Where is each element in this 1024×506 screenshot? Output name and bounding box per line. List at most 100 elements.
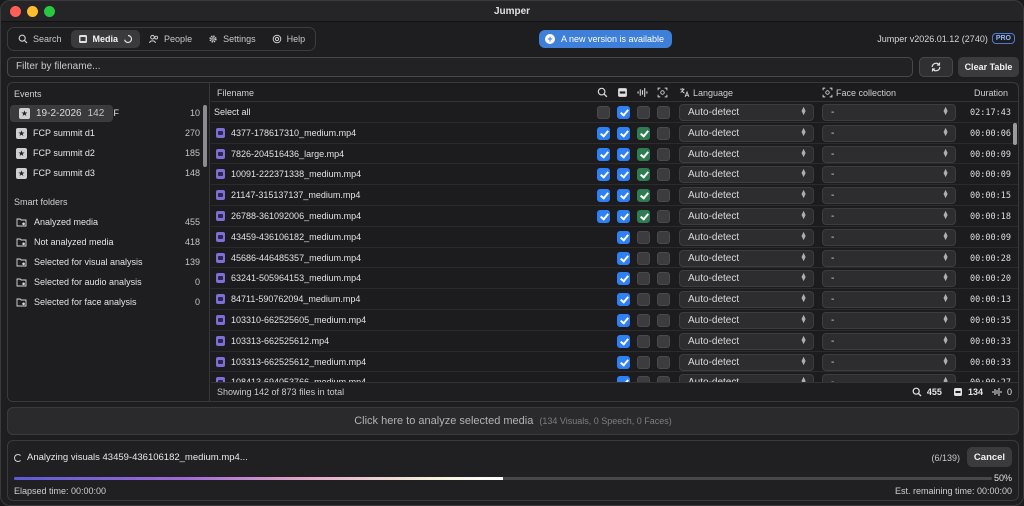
header-filename[interactable]: Filename (217, 88, 254, 98)
smart-folder-item[interactable]: Selected for face analysis 0 (10, 292, 206, 312)
language-select[interactable]: Auto-detect ▲▼ (679, 166, 814, 184)
smart-folder-item[interactable]: Not analyzed media 418 (10, 232, 206, 252)
audio-checkbox[interactable] (637, 126, 650, 140)
language-select[interactable]: Auto-detect ▲▼ (679, 332, 814, 350)
face-checkbox[interactable] (657, 168, 670, 182)
audio-checkbox[interactable] (637, 293, 650, 307)
tab-people[interactable]: People (142, 30, 199, 48)
language-select[interactable]: Auto-detect ▲▼ (679, 145, 814, 163)
clear-table-button[interactable]: Clear Table (958, 57, 1019, 77)
face-collection-select[interactable]: - ▲▼ (822, 166, 956, 184)
audio-checkbox[interactable] (637, 272, 650, 286)
select-all-audio-checkbox[interactable] (637, 106, 650, 119)
search-checkbox[interactable] (597, 168, 610, 182)
close-window-button[interactable] (10, 6, 21, 17)
face-collection-select[interactable]: - ▲▼ (822, 145, 956, 163)
search-checkbox[interactable] (597, 147, 610, 161)
language-select[interactable]: Auto-detect ▲▼ (679, 124, 814, 142)
table-row[interactable]: 103310-662525605_medium.mp4 Auto-detect ▲ ▼… (211, 310, 1018, 331)
select-all-language-select[interactable]: Auto-detect ▲ ▼ (679, 104, 814, 121)
language-select[interactable]: Auto-detect ▲▼ (679, 208, 814, 225)
visual-checkbox[interactable] (617, 272, 630, 286)
table-row[interactable]: 7826-204516436_large.mp4 Auto-detect ▲ ▼ - ▲ ▼… (211, 144, 1018, 165)
face-checkbox[interactable] (657, 210, 670, 223)
audio-checkbox[interactable] (637, 168, 650, 182)
visual-column-icon[interactable] (617, 87, 628, 98)
face-checkbox[interactable] (657, 272, 670, 286)
search-checkbox[interactable] (597, 126, 610, 140)
table-row[interactable]: 4377-178617310_medium.mp4 Auto-detect ▲ ▼ - ▲… (211, 123, 1018, 144)
visual-checkbox[interactable] (617, 293, 630, 307)
update-banner[interactable]: + A new version is available (539, 30, 673, 48)
header-duration[interactable]: Duration (974, 88, 1008, 98)
table-row[interactable]: 21147-315137137_medium.mp4 Auto-detect ▲ ▼ -… (211, 185, 1018, 206)
search-column-icon[interactable] (597, 87, 608, 98)
events-scrollbar[interactable] (203, 105, 207, 167)
audio-checkbox[interactable] (637, 334, 650, 348)
tab-search[interactable]: Search (11, 30, 69, 48)
face-collection-select[interactable]: - ▲▼ (822, 332, 956, 350)
visual-checkbox[interactable] (617, 334, 630, 348)
smart-folder-item[interactable]: Analyzed media 455 (10, 212, 206, 232)
face-checkbox[interactable] (657, 126, 670, 140)
audio-checkbox[interactable] (637, 355, 650, 369)
face-collection-select[interactable]: - ▲▼ (822, 291, 956, 309)
language-select[interactable]: Auto-detect ▲▼ (679, 187, 814, 205)
refresh-button[interactable] (919, 57, 953, 77)
face-collection-select[interactable]: - ▲▼ (822, 353, 956, 371)
visual-checkbox[interactable] (617, 147, 630, 161)
face-collection-select[interactable]: - ▲▼ (822, 228, 956, 246)
tab-settings[interactable]: Settings (201, 30, 263, 48)
select-all-visual-checkbox[interactable] (617, 106, 630, 119)
table-row[interactable]: 45686-446485357_medium.mp4 Auto-detect ▲ ▼ -… (211, 248, 1018, 269)
table-row[interactable]: 26788-361092006_medium.mp4 Auto-detect ▲ ▼ -… (211, 206, 1018, 227)
language-select[interactable]: Auto-detect ▲▼ (679, 291, 814, 309)
audio-checkbox[interactable] (637, 210, 650, 223)
face-checkbox[interactable] (657, 334, 670, 348)
search-checkbox[interactable] (597, 189, 610, 203)
face-checkbox[interactable] (657, 230, 670, 244)
audio-checkbox[interactable] (637, 314, 650, 327)
language-select[interactable]: Auto-detect ▲▼ (679, 270, 814, 288)
tab-media[interactable]: Media (70, 30, 141, 48)
select-all-face-select[interactable]: - ▲ ▼ (822, 104, 956, 121)
table-row[interactable]: 84711-590762094_medium.mp4 Auto-detect ▲ ▼ -… (211, 289, 1018, 310)
header-face-collection[interactable]: Face collection (836, 88, 896, 98)
audio-checkbox[interactable] (637, 230, 650, 244)
language-select[interactable]: Auto-detect ▲▼ (679, 353, 814, 371)
visual-checkbox[interactable] (617, 189, 630, 203)
header-language[interactable]: Language (693, 88, 733, 98)
event-item[interactable]: ★ FCP summit d2 185 (10, 143, 206, 163)
visual-checkbox[interactable] (617, 230, 630, 244)
visual-checkbox[interactable] (617, 168, 630, 182)
event-item[interactable]: ★ 19-2-2026 142 (10, 105, 114, 122)
language-select[interactable]: Auto-detect ▲▼ (679, 249, 814, 267)
table-row[interactable]: 103313-662525612_medium.mp4 Auto-detect ▲ ▼… (211, 352, 1018, 373)
face-checkbox[interactable] (657, 355, 670, 369)
table-scrollbar[interactable] (1013, 123, 1017, 145)
event-item[interactable]: ★ FCP summit d1 270 (10, 123, 206, 143)
visual-checkbox[interactable] (617, 210, 630, 223)
filename-filter-input[interactable]: Filter by filename... (7, 57, 913, 77)
face-checkbox[interactable] (657, 147, 670, 161)
table-row[interactable]: 10091-222371338_medium.mp4 Auto-detect ▲ ▼ -… (211, 164, 1018, 186)
tab-help[interactable]: Help (265, 30, 313, 48)
maximize-window-button[interactable] (44, 6, 55, 17)
visual-checkbox[interactable] (617, 126, 630, 140)
face-checkbox[interactable] (657, 314, 670, 327)
smart-folder-item[interactable]: Selected for audio analysis 0 (10, 272, 206, 292)
select-all-search-checkbox[interactable] (597, 106, 610, 119)
table-row[interactable]: 63241-505964153_medium.mp4 Auto-detect ▲ ▼ -… (211, 268, 1018, 290)
visual-checkbox[interactable] (617, 314, 630, 327)
visual-checkbox[interactable] (617, 251, 630, 265)
face-checkbox[interactable] (657, 189, 670, 203)
face-collection-select[interactable]: - ▲▼ (822, 249, 956, 267)
face-collection-select[interactable]: - ▲▼ (822, 187, 956, 205)
face-collection-select[interactable]: - ▲▼ (822, 312, 956, 329)
cancel-button[interactable]: Cancel (967, 447, 1012, 467)
waveform-column-icon[interactable] (637, 87, 648, 98)
table-row[interactable]: 43459-436106182_medium.mp4 Auto-detect ▲ ▼ -… (211, 227, 1018, 248)
language-select[interactable]: Auto-detect ▲▼ (679, 228, 814, 246)
audio-checkbox[interactable] (637, 189, 650, 203)
face-checkbox[interactable] (657, 251, 670, 265)
